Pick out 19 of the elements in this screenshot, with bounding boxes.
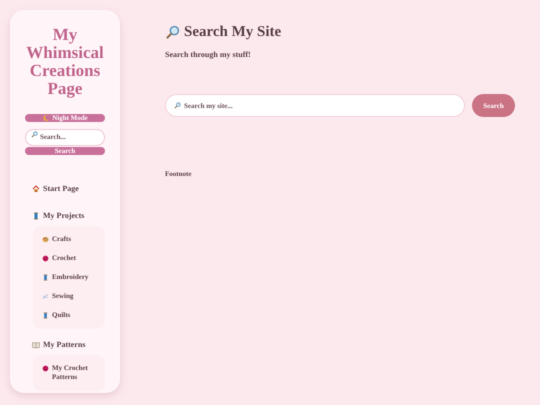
nav-link[interactable]: My Patterns bbox=[25, 331, 105, 358]
spool-icon bbox=[32, 212, 40, 220]
search-icon bbox=[174, 102, 181, 109]
yarn-ball-icon bbox=[42, 365, 49, 372]
house-icon bbox=[32, 184, 40, 192]
yarn-ball-icon bbox=[42, 255, 49, 262]
palette-icon bbox=[42, 236, 49, 243]
nav-link[interactable]: My Projects bbox=[25, 202, 105, 229]
needle-thread-icon bbox=[42, 293, 49, 300]
page-subtitle: Search through my stuff! bbox=[165, 50, 252, 59]
spool-icon bbox=[42, 312, 49, 319]
book-icon bbox=[32, 340, 40, 348]
search-icon bbox=[165, 25, 180, 40]
spool-icon bbox=[42, 274, 49, 281]
page-title: Search My Site bbox=[184, 24, 282, 41]
search-icon bbox=[31, 131, 38, 138]
site-title: My Whimsical Creations Page bbox=[25, 26, 105, 98]
nav-link[interactable]: Start Page bbox=[25, 175, 105, 202]
moon-icon bbox=[42, 114, 50, 122]
